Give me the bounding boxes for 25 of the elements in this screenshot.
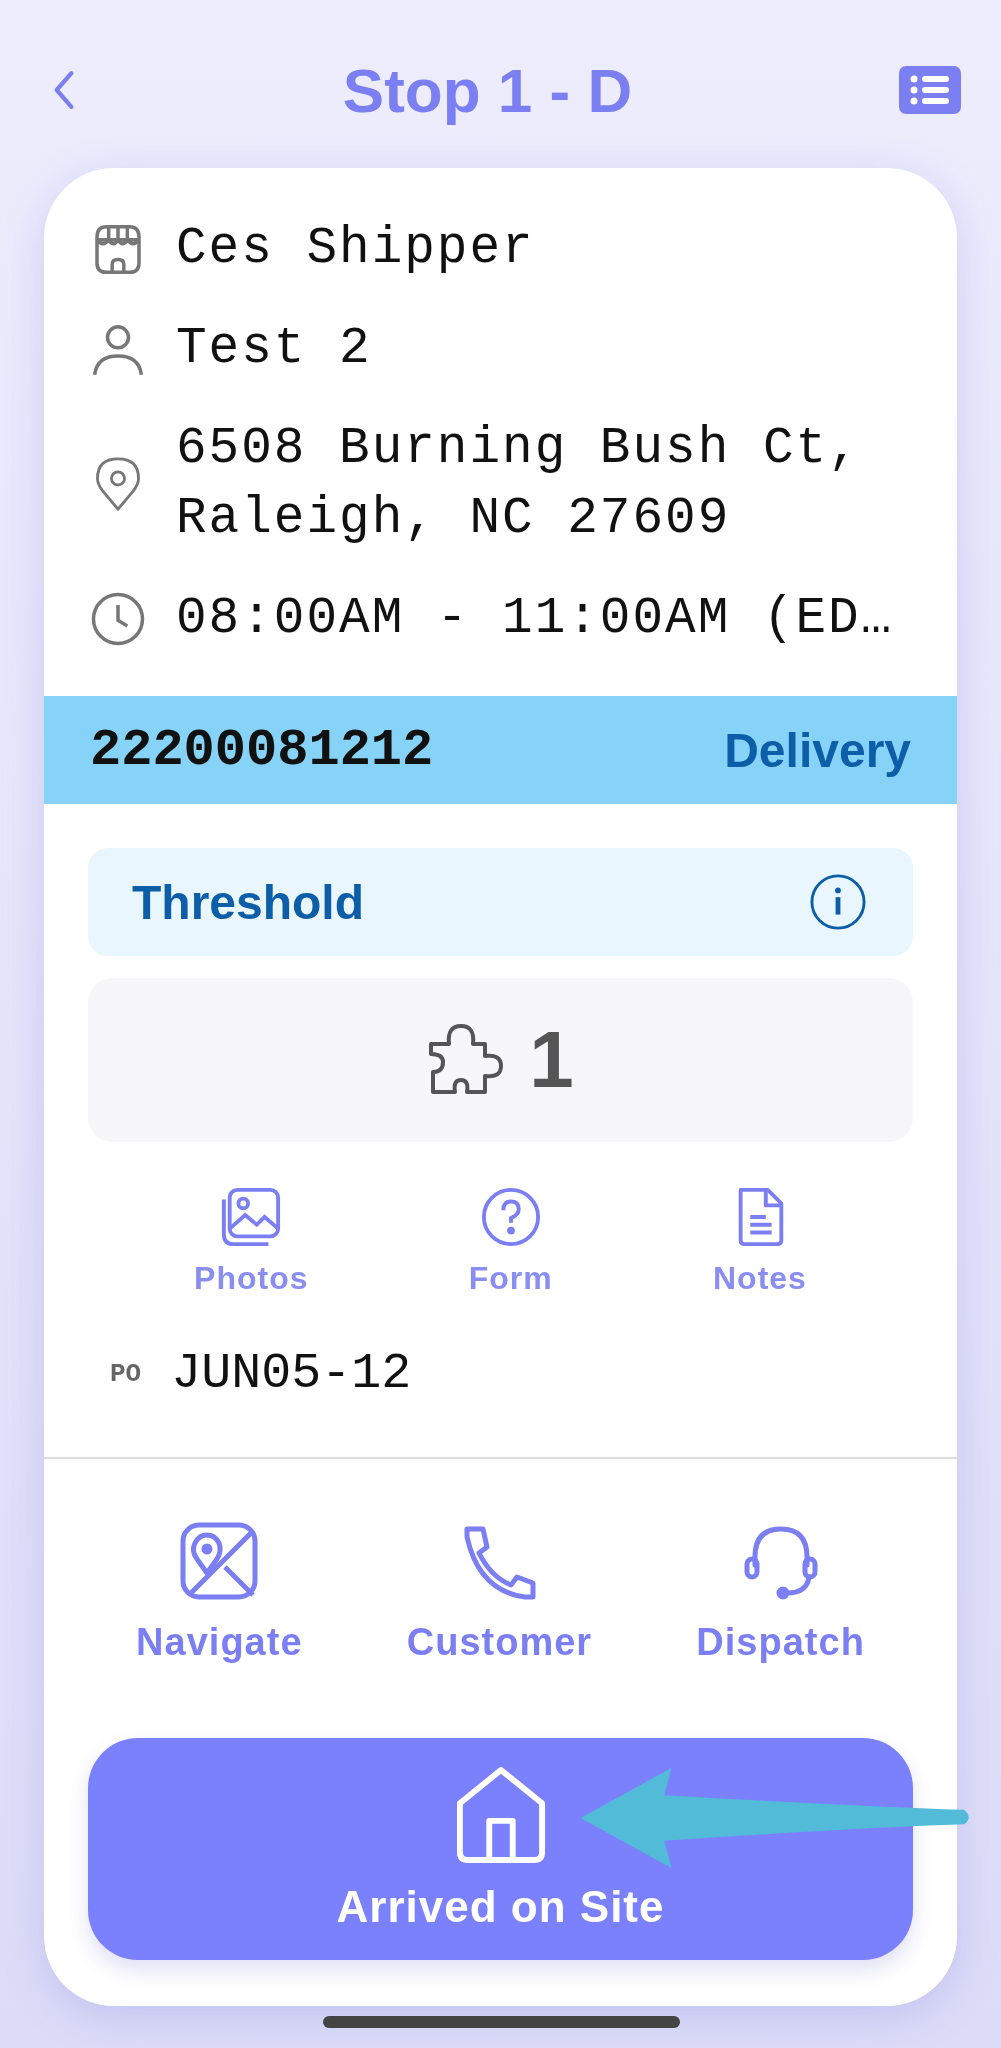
attachment-button[interactable]: Photos [194, 1186, 309, 1297]
contact-button[interactable]: Dispatch [696, 1521, 865, 1664]
clock-icon [90, 591, 146, 647]
home-icon [455, 1766, 546, 1864]
attachment-button[interactable]: Notes [713, 1186, 807, 1297]
po-label: PO [110, 1358, 142, 1389]
info-text: 08:00AM - 11:00AM (ED… [176, 589, 894, 649]
photos-icon [220, 1186, 283, 1248]
list-icon[interactable] [899, 66, 961, 114]
contact-button[interactable]: Navigate [136, 1521, 303, 1664]
contact-button[interactable]: Customer [406, 1521, 593, 1664]
service-level-label: Threshold [132, 874, 364, 930]
question-circle-icon [479, 1186, 542, 1248]
arrived-on-site-button[interactable]: Arrived on Site [88, 1738, 913, 1960]
piece-count: 1 [529, 1014, 574, 1106]
info-text: 6508 Burning Bush Ct, Raleigh, NC 27609 [176, 419, 862, 549]
map-pin-icon [179, 1521, 260, 1601]
info-text: Test 2 [176, 319, 372, 379]
order-number: 22200081212 [90, 720, 434, 780]
attachment-button[interactable]: Form [468, 1186, 553, 1297]
screen-title: Stop 1 - D [342, 54, 633, 126]
info-icon[interactable] [809, 873, 867, 931]
po-number: JUN05-12 [171, 1345, 412, 1402]
info-text: Ces Shipper [176, 219, 535, 279]
order-type: Delivery [724, 722, 911, 778]
